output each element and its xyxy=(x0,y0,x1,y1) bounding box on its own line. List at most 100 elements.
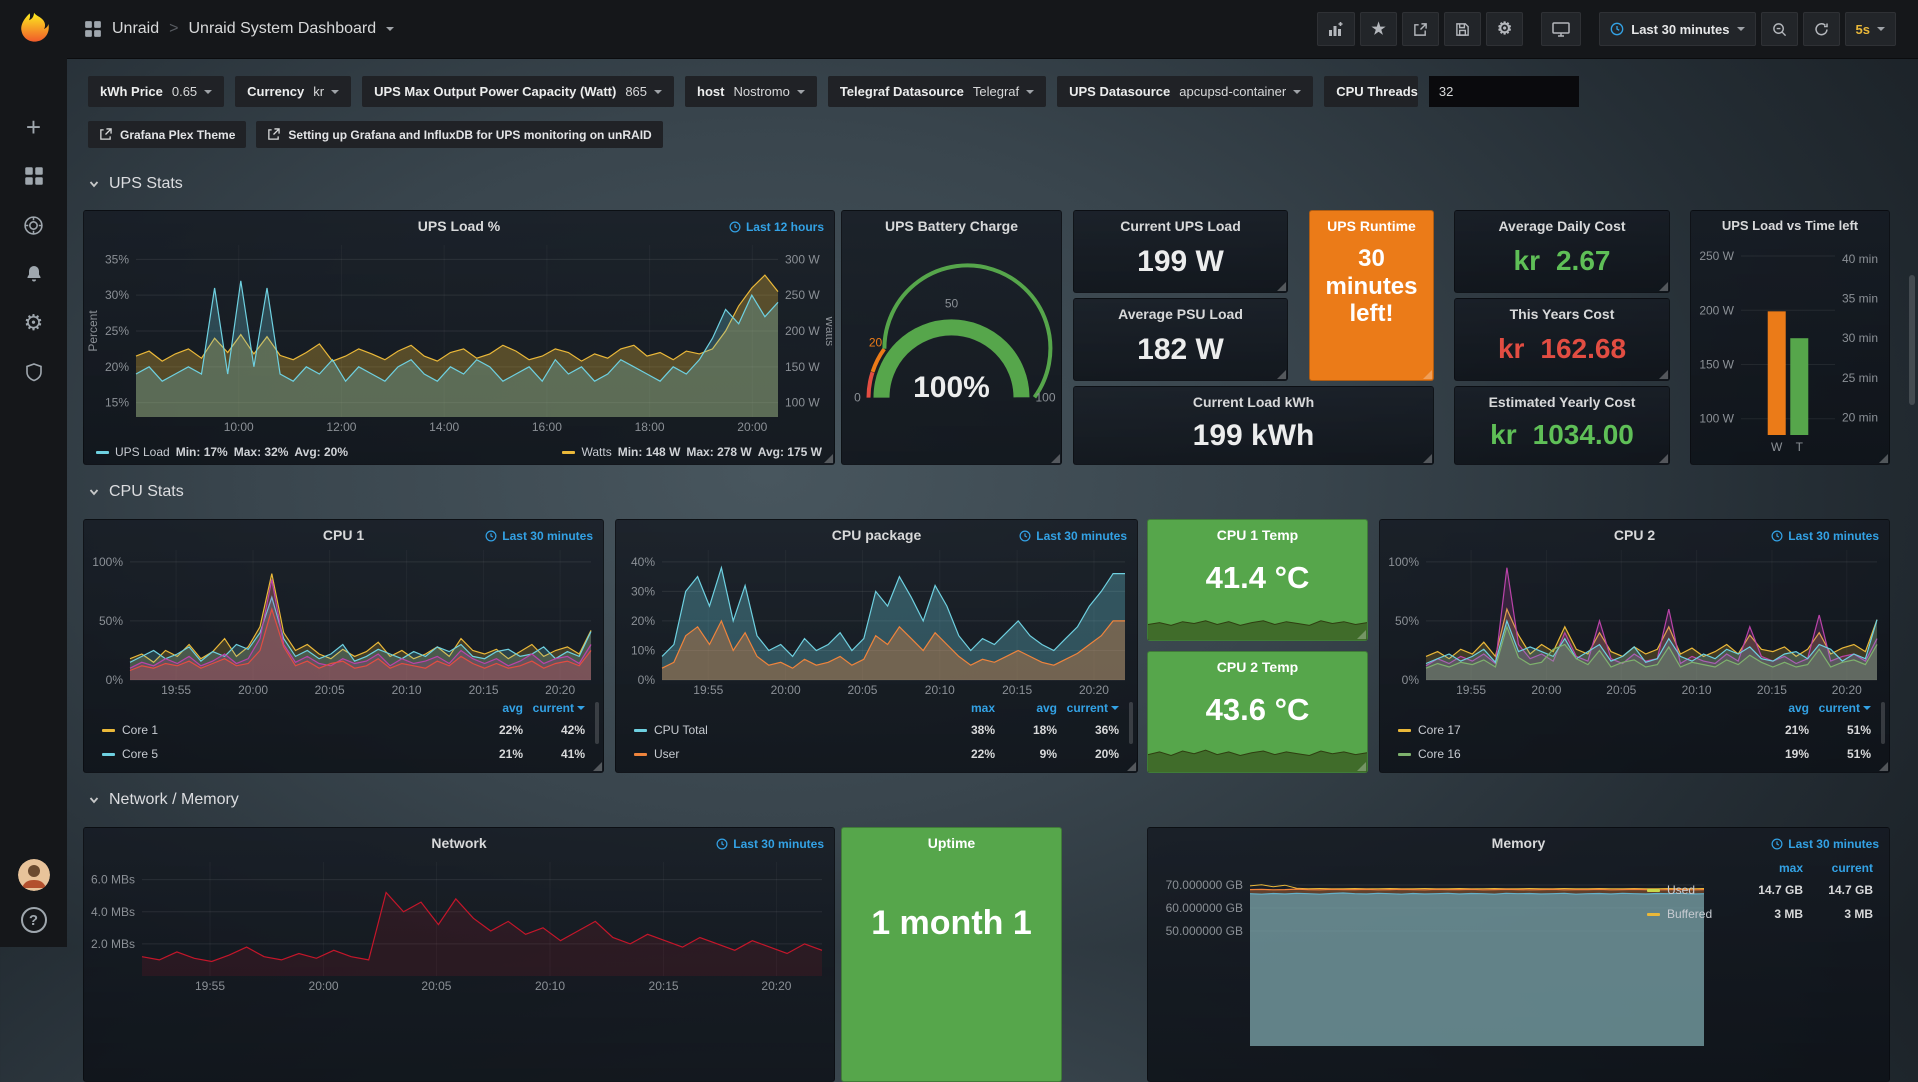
cpu1-chart[interactable]: 0%50%100%19:5520:0020:0520:1020:1520:20 xyxy=(86,546,601,698)
panel-time-override[interactable]: Last 30 minutes xyxy=(1771,837,1879,851)
panel-resize-handle[interactable] xyxy=(1423,454,1432,463)
link-ups-monitoring-guide[interactable]: Setting up Grafana and InfluxDB for UPS … xyxy=(256,121,662,148)
legend-col-header[interactable]: avg xyxy=(995,701,1057,715)
panel-title[interactable]: Current UPS Load xyxy=(1074,218,1287,234)
legend-item[interactable]: User 22% 9% 20% xyxy=(622,742,1131,766)
panel-title[interactable]: CPU 1 Temp xyxy=(1148,527,1367,543)
panel-current-load-kwh: Current Load kWh 199 kWh xyxy=(1073,386,1434,465)
panel-title[interactable]: Estimated Yearly Cost xyxy=(1455,394,1669,410)
cycle-view-monitor-button[interactable] xyxy=(1541,12,1581,46)
cpu2-chart[interactable]: 0%50%100%19:5520:0020:0520:1020:1520:20 xyxy=(1382,546,1887,698)
legend-col-header[interactable]: max xyxy=(1733,861,1803,875)
panel-title[interactable]: Current Load kWh xyxy=(1074,394,1433,410)
variable-ups-datasource[interactable]: UPS Datasource apcupsd-container xyxy=(1057,76,1313,107)
create-plus-icon[interactable]: + xyxy=(20,113,48,141)
zoom-out-button[interactable] xyxy=(1761,12,1798,46)
cpu-threads-input[interactable] xyxy=(1429,76,1579,107)
server-admin-shield-icon[interactable] xyxy=(20,358,48,386)
legend-col-header[interactable]: current xyxy=(1809,701,1871,715)
panel-title[interactable]: This Years Cost xyxy=(1455,306,1669,322)
panel-title[interactable]: UPS Load % xyxy=(84,218,834,234)
ups-load-chart[interactable]: 15%20%25%30%35%100 W150 W200 W250 W300 W… xyxy=(86,237,832,437)
svg-text:16:00: 16:00 xyxy=(532,420,562,434)
row-header-network-memory[interactable]: Network / Memory xyxy=(88,791,239,809)
legend-item[interactable]: Core 16 19% 51% xyxy=(1386,742,1883,766)
share-button[interactable] xyxy=(1402,12,1439,46)
dashboard-settings-button[interactable]: ⚙ xyxy=(1486,12,1523,46)
panel-resize-handle[interactable] xyxy=(1357,630,1366,639)
panel-resize-handle[interactable] xyxy=(824,454,833,463)
legend-item[interactable]: Core 17 21% 51% xyxy=(1386,718,1883,742)
variable-kwh-price[interactable]: kWh Price 0.65 xyxy=(88,76,224,107)
panel-time-override[interactable]: Last 30 minutes xyxy=(1019,529,1127,543)
variable-telegraf-datasource[interactable]: Telegraf Datasource Telegraf xyxy=(828,76,1046,107)
legend-col-header[interactable]: avg xyxy=(461,701,523,715)
panel-resize-handle[interactable] xyxy=(1659,454,1668,463)
panel-title[interactable]: UPS Load vs Time left xyxy=(1691,218,1889,233)
panel-resize-handle[interactable] xyxy=(1659,370,1668,379)
cpu-package-chart[interactable]: 0%10%20%30%40%19:5520:0020:0520:1020:152… xyxy=(618,546,1135,698)
dashboard-title[interactable]: Unraid System Dashboard xyxy=(188,20,376,38)
panel-title[interactable]: UPS Runtime xyxy=(1310,218,1433,234)
row-title: Network / Memory xyxy=(109,791,239,809)
legend-col-header[interactable]: current xyxy=(523,701,585,715)
legend-col-header[interactable]: current xyxy=(1803,861,1873,875)
title-caret-icon[interactable] xyxy=(386,27,394,31)
variable-ups-max-output[interactable]: UPS Max Output Power Capacity (Watt) 865 xyxy=(362,76,674,107)
panel-time-override[interactable]: Last 12 hours xyxy=(729,220,824,234)
variable-currency[interactable]: Currency kr xyxy=(235,76,351,107)
row-header-cpu-stats[interactable]: CPU Stats xyxy=(88,483,184,501)
panel-resize-handle[interactable] xyxy=(1127,762,1136,771)
battery-gauge[interactable]: 02050100 xyxy=(846,237,1057,460)
explore-compass-icon[interactable] xyxy=(20,211,48,239)
legend-item[interactable]: CPU Total 38% 18% 36% xyxy=(622,718,1131,742)
star-button[interactable]: ★ xyxy=(1360,12,1397,46)
legend-item[interactable]: Buffered 3 MB 3 MB xyxy=(1645,902,1875,926)
refresh-button[interactable] xyxy=(1803,12,1840,46)
panel-time-override[interactable]: Last 30 minutes xyxy=(716,837,824,851)
apps-grid-icon[interactable] xyxy=(84,20,102,38)
legend-col-header[interactable]: max xyxy=(933,701,995,715)
dashboards-icon[interactable] xyxy=(20,162,48,190)
legend-item[interactable]: UPS Load Min: 17% Max: 32% Avg: 20% xyxy=(96,445,348,459)
panel-resize-handle[interactable] xyxy=(593,762,602,771)
alerting-bell-icon[interactable] xyxy=(20,260,48,288)
grafana-logo[interactable] xyxy=(14,9,54,49)
help-icon[interactable]: ? xyxy=(21,907,47,933)
ups-load-vs-time-chart[interactable]: 100 W150 W200 W250 W20 min25 min30 min35… xyxy=(1693,237,1887,459)
panel-title[interactable]: Average PSU Load xyxy=(1074,306,1287,322)
link-grafana-plex-theme[interactable]: Grafana Plex Theme xyxy=(88,121,246,148)
variable-host[interactable]: host Nostromo xyxy=(685,76,817,107)
row-header-ups-stats[interactable]: UPS Stats xyxy=(88,175,183,193)
panel-resize-handle[interactable] xyxy=(1659,282,1668,291)
panel-resize-handle[interactable] xyxy=(1423,370,1432,379)
save-button[interactable] xyxy=(1444,12,1481,46)
panel-time-override[interactable]: Last 30 minutes xyxy=(1771,529,1879,543)
page-scrollbar[interactable] xyxy=(1909,275,1915,405)
legend-col-header[interactable]: avg xyxy=(1747,701,1809,715)
network-chart[interactable]: 2.0 MBs4.0 MBs6.0 MBs19:5520:0020:0520:1… xyxy=(86,856,832,996)
panel-title[interactable]: UPS Battery Charge xyxy=(842,218,1061,234)
legend-item[interactable]: Watts Min: 148 W Max: 278 W Avg: 175 W xyxy=(562,445,822,459)
panel-resize-handle[interactable] xyxy=(1357,762,1366,771)
add-panel-button[interactable] xyxy=(1317,12,1355,46)
panel-resize-handle[interactable] xyxy=(1879,454,1888,463)
panel-resize-handle[interactable] xyxy=(1277,370,1286,379)
panel-resize-handle[interactable] xyxy=(1879,762,1888,771)
legend-item[interactable]: Core 5 21% 41% xyxy=(90,742,597,766)
panel-time-override[interactable]: Last 30 minutes xyxy=(485,529,593,543)
configuration-gear-icon[interactable]: ⚙ xyxy=(20,309,48,337)
legend-col-header[interactable]: current xyxy=(1057,701,1119,715)
refresh-interval-picker[interactable]: 5s xyxy=(1845,12,1896,46)
breadcrumb-root[interactable]: Unraid xyxy=(112,20,159,38)
panel-title[interactable]: Uptime xyxy=(842,835,1061,851)
time-range-picker[interactable]: Last 30 minutes xyxy=(1599,12,1755,46)
panel-title[interactable]: Average Daily Cost xyxy=(1455,218,1669,234)
user-avatar[interactable] xyxy=(18,859,50,891)
panel-resize-handle[interactable] xyxy=(1277,282,1286,291)
legend-item[interactable]: Used 14.7 GB 14.7 GB xyxy=(1645,878,1875,902)
memory-chart[interactable]: 50.000000 GB60.000000 GB70.000000 GB xyxy=(1150,856,1710,1066)
legend-item[interactable]: Core 1 22% 42% xyxy=(90,718,597,742)
panel-resize-handle[interactable] xyxy=(1051,454,1060,463)
panel-title[interactable]: CPU 2 Temp xyxy=(1148,659,1367,675)
